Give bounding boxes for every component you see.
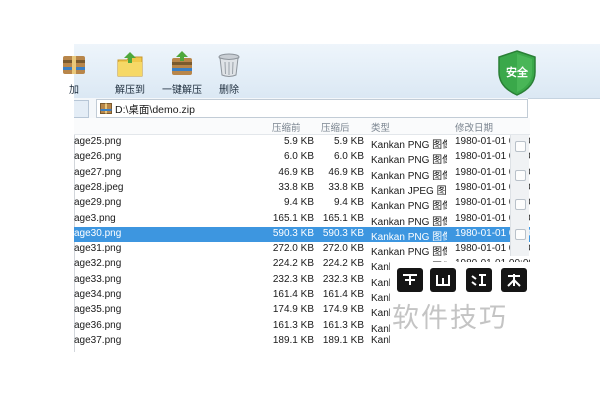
scrollbar-marker <box>515 229 526 240</box>
column-header-date[interactable]: 修改日期 <box>455 120 493 134</box>
zip-file-icon <box>100 103 112 114</box>
compressed-size-cell: 174.9 KB <box>322 304 364 316</box>
original-size-cell: 590.3 KB <box>272 227 314 239</box>
ime-key <box>397 268 423 292</box>
file-list-header: 压缩前 压缩后 类型 修改日期 <box>74 118 530 135</box>
compressed-size-cell: 590.3 KB <box>322 227 364 239</box>
original-size-cell: 6.0 KB <box>283 151 314 163</box>
screenshot-stage: 加 解压到 一键解压 删除 安全 D:\桌面\demo.zip 压缩前 压缩后 … <box>0 0 600 400</box>
extract-to-button[interactable]: 解压到 <box>100 44 160 98</box>
compressed-size-cell: 272.0 KB <box>322 243 364 255</box>
original-size-cell: 46.9 KB <box>278 166 314 178</box>
column-header-size[interactable]: 压缩前 <box>272 120 301 134</box>
file-type-cell: Kankan PNG 图像 <box>371 201 447 213</box>
add-button-label: 加 <box>69 85 79 96</box>
table-row[interactable]: age25.png 5.9 KB 5.9 KB Kankan PNG 图像 1980-0… <box>74 135 530 151</box>
file-name-cell: age32.png <box>74 258 122 270</box>
table-row[interactable]: age31.png 272.0 KB 272.0 KB Kankan PNG 图像 19… <box>74 242 530 259</box>
file-name-cell: age34.png <box>74 289 122 300</box>
original-size-cell: 33.8 KB <box>278 181 314 193</box>
original-size-cell: 232.3 KB <box>272 273 314 285</box>
file-type-cell: Kankan PNG 图像 <box>371 155 447 167</box>
scrollbar-marker <box>515 141 526 152</box>
compressed-size-cell: 46.9 KB <box>328 166 364 178</box>
scrollbar-marker <box>515 199 526 210</box>
path-field[interactable]: D:\桌面\demo.zip <box>96 99 528 118</box>
table-row-selected[interactable]: age30.png 590.3 KB 590.3 KB Kankan PNG 图像 19… <box>74 226 530 243</box>
file-type-cell: Kankan PNG 图像 <box>371 231 447 243</box>
compressed-size-cell: 5.9 KB <box>333 136 364 147</box>
table-row[interactable]: age28.jpeg33.8 KB33.8 KBKankan JPEG 图像19… <box>74 181 530 197</box>
ime-glyph-icon <box>436 275 450 286</box>
file-name-cell: age3.png <box>74 212 116 224</box>
file-name-cell: age35.png <box>74 304 122 316</box>
original-size-cell: 165.1 KB <box>272 212 314 224</box>
file-name-cell: age29.png <box>74 197 122 209</box>
file-type-cell: Kankan PNG 图像 <box>371 247 447 259</box>
original-size-cell: 161.4 KB <box>272 289 314 300</box>
vertical-scrollbar[interactable] <box>510 135 529 256</box>
file-name-cell: age31.png <box>74 243 122 255</box>
address-bar: D:\桌面\demo.zip <box>74 98 528 119</box>
column-header-compressed[interactable]: 压缩后 <box>321 120 350 134</box>
file-name-cell: age37.png <box>74 334 122 345</box>
original-size-cell: 174.9 KB <box>272 304 314 316</box>
file-name-cell: age33.png <box>74 273 122 285</box>
compressed-size-cell: 189.1 KB <box>322 334 364 345</box>
original-size-cell: 224.2 KB <box>272 258 314 270</box>
file-name-cell: age27.png <box>74 166 122 178</box>
compressed-size-cell: 224.2 KB <box>322 258 364 270</box>
add-archive-icon <box>63 56 85 74</box>
scrollbar-marker <box>515 170 526 181</box>
table-row[interactable]: age27.png 46.9 KB 46.9 KB Kankan PNG 图像 1980… <box>74 166 530 182</box>
file-name-cell: age30.png <box>74 227 122 239</box>
original-size-cell: 5.9 KB <box>283 136 314 147</box>
file-name-cell: age25.png <box>74 136 122 147</box>
ime-glyph-icon <box>471 274 486 286</box>
compressed-size-cell: 33.8 KB <box>328 181 364 193</box>
delete-button[interactable]: 删除 <box>199 44 259 98</box>
compressed-size-cell: 161.4 KB <box>322 289 364 300</box>
ime-glyph-icon <box>403 274 417 285</box>
table-row[interactable]: age29.png 9.4 KB 9.4 KB Kankan PNG 图像 1980-0… <box>74 196 530 213</box>
ime-glyph-icon <box>507 274 521 287</box>
file-name-cell: age36.png <box>74 319 122 331</box>
compressed-size-cell: 6.0 KB <box>333 151 364 163</box>
extract-to-label: 解压到 <box>115 85 145 96</box>
safety-shield-badge[interactable]: 安全 <box>497 50 537 96</box>
compressed-size-cell: 165.1 KB <box>322 212 364 224</box>
ime-key <box>466 268 492 292</box>
input-method-bar <box>397 268 533 292</box>
one-click-extract-icon <box>172 51 192 75</box>
compressed-size-cell: 232.3 KB <box>322 273 364 285</box>
original-size-cell: 272.0 KB <box>272 243 314 255</box>
original-size-cell: 161.3 KB <box>272 319 314 331</box>
archive-path: D:\桌面\demo.zip <box>115 104 195 116</box>
add-button[interactable]: 加 <box>44 44 104 98</box>
delete-label: 删除 <box>219 85 239 96</box>
original-size-cell: 189.1 KB <box>272 334 314 345</box>
up-folder-button[interactable] <box>74 100 89 118</box>
extract-folder-icon <box>117 52 143 77</box>
ime-key <box>501 268 527 292</box>
file-name-cell: age28.jpeg <box>74 181 124 193</box>
watermark-text: 软件技巧 <box>392 303 508 333</box>
file-type-cell: Kankan PNG 图像 <box>371 216 447 228</box>
table-row[interactable]: age26.png 6.0 KB 6.0 KB Kankan PNG 图像 1980-0… <box>74 150 530 167</box>
file-type-cell: Kankan PNG 图像 <box>371 140 447 151</box>
ime-key <box>430 268 456 292</box>
compressed-size-cell: 9.4 KB <box>333 197 364 209</box>
column-header-type[interactable]: 类型 <box>371 120 390 134</box>
file-type-cell: Kankan PNG 图像 <box>371 170 447 182</box>
table-row[interactable]: age3.png 165.1 KB 165.1 KB Kankan PNG 图像 198… <box>74 212 530 228</box>
original-size-cell: 9.4 KB <box>283 197 314 209</box>
file-type-cell: Kankan JPEG 图像 <box>371 185 447 197</box>
compressed-size-cell: 161.3 KB <box>322 319 364 331</box>
trash-can-icon <box>218 53 240 77</box>
file-name-cell: age26.png <box>74 151 122 163</box>
safety-label: 安全 <box>506 67 528 79</box>
